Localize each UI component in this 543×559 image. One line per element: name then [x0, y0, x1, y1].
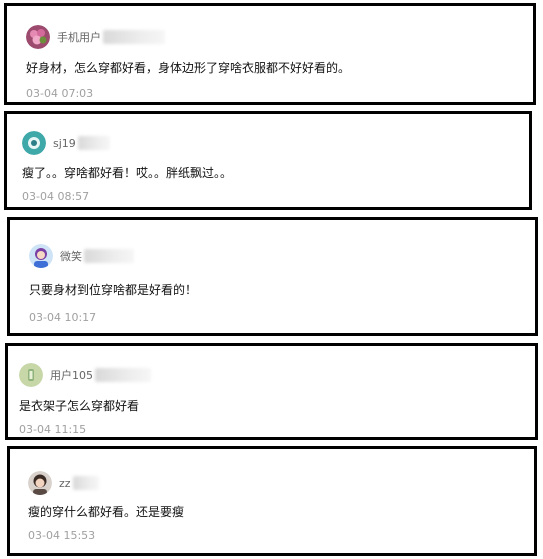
comment-header: sj19	[22, 131, 110, 155]
redacted-username-blur	[77, 136, 110, 150]
comment-text: 好身材，怎么穿都好看，身体边形了穿啥衣服都不好好看的。	[26, 61, 351, 75]
comment-card: zz 瘦的穿什么都好看。还是要瘦 03-04 15:53	[7, 446, 537, 556]
comment-card: sj19 瘦了。。穿啥都好看！哎。。胖纸飘过。。 03-04 08:57	[4, 111, 532, 210]
redacted-username-blur	[103, 30, 165, 44]
comment-text: 瘦的穿什么都好看。还是要瘦	[28, 505, 185, 519]
username[interactable]: 手机用户	[57, 29, 101, 45]
username[interactable]: 微笑	[60, 248, 82, 264]
comment-card: 手机用户 好身材，怎么穿都好看，身体边形了穿啥衣服都不好好看的。 03-04 0…	[4, 3, 536, 105]
redacted-username-blur	[95, 368, 151, 382]
username[interactable]: 用户105	[50, 367, 93, 383]
comment-card: 用户105 是衣架子怎么穿都好看 03-04 11:15	[5, 343, 538, 440]
avatar[interactable]	[22, 131, 46, 155]
comment-header: 手机用户	[26, 25, 165, 49]
comment-card: 微笑 只要身材到位穿啥都是好看的！ 03-04 10:17	[7, 217, 538, 336]
comment-text: 只要身材到位穿啥都是好看的！	[29, 283, 198, 297]
avatar[interactable]	[19, 363, 43, 387]
comment-header: zz	[28, 471, 99, 495]
username[interactable]: sj19	[53, 137, 76, 150]
redacted-username-blur	[72, 476, 99, 490]
comment-timestamp: 03-04 15:53	[28, 529, 96, 542]
avatar[interactable]	[28, 471, 52, 495]
comment-header: 用户105	[19, 363, 151, 387]
avatar[interactable]	[29, 244, 53, 268]
avatar[interactable]	[26, 25, 50, 49]
comment-timestamp: 03-04 11:15	[19, 423, 87, 436]
comment-text: 是衣架子怎么穿都好看	[19, 399, 140, 413]
redacted-username-blur	[84, 249, 134, 263]
comment-text: 瘦了。。穿啥都好看！哎。。胖纸飘过。。	[22, 166, 233, 180]
comment-timestamp: 03-04 10:17	[29, 311, 97, 324]
comment-header: 微笑	[29, 244, 134, 268]
comment-timestamp: 03-04 07:03	[26, 87, 94, 100]
username[interactable]: zz	[59, 477, 71, 490]
comment-timestamp: 03-04 08:57	[22, 190, 90, 203]
